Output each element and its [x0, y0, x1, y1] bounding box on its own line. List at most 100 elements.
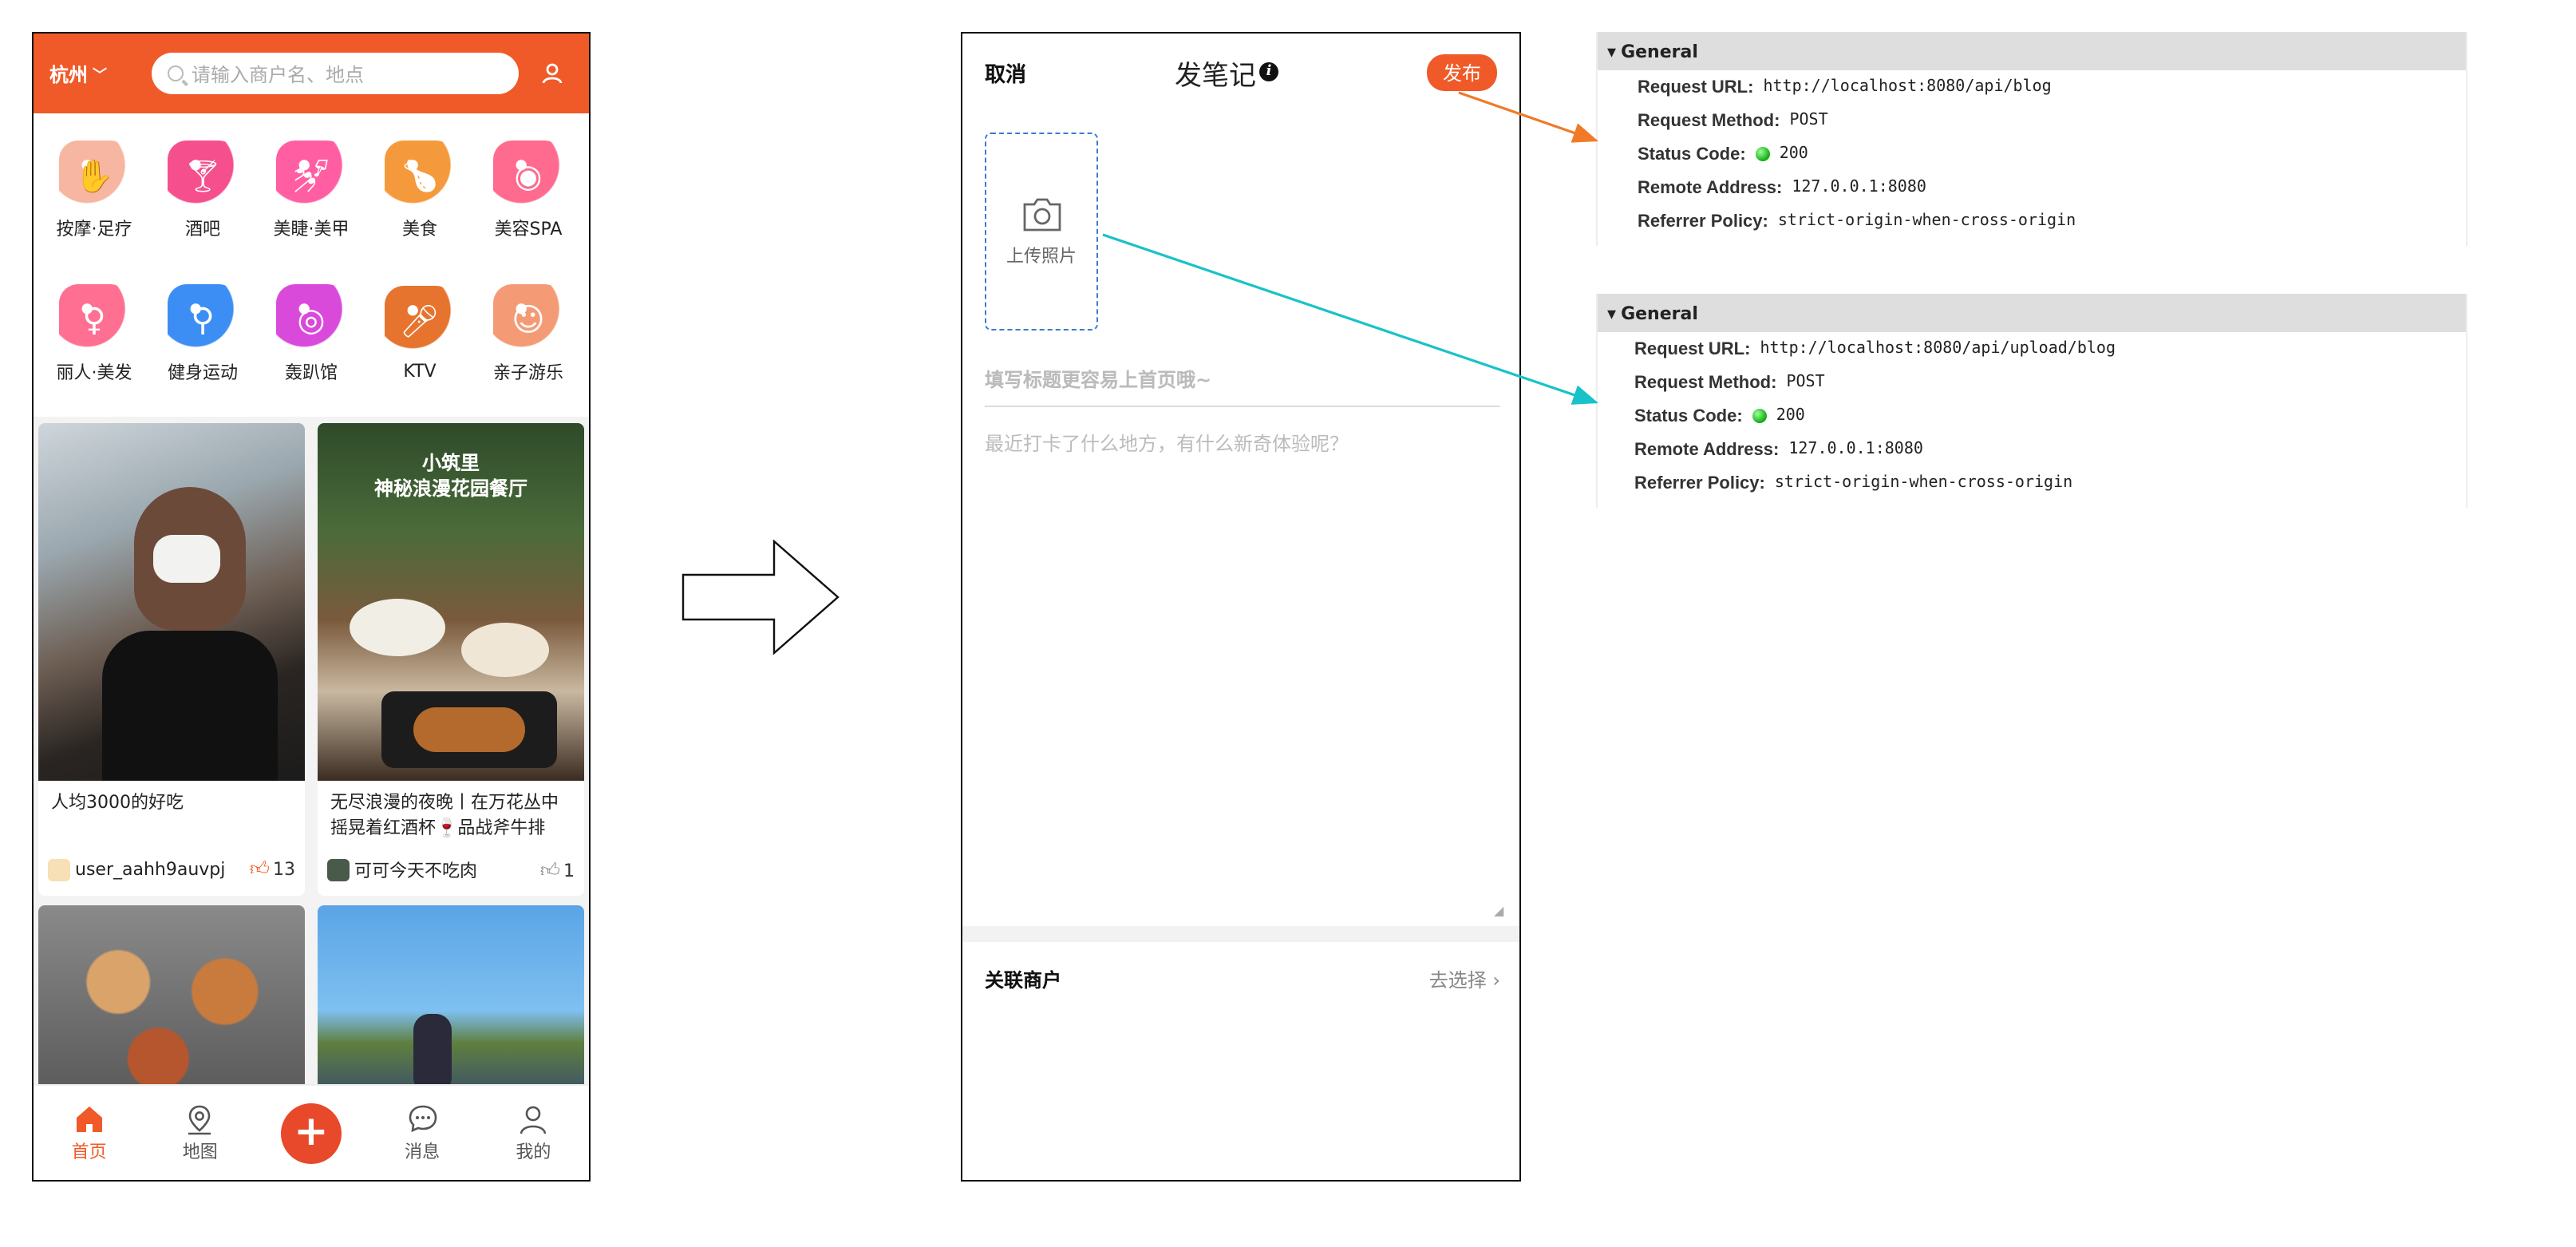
create-note-screen: 取消 发笔记 i 发布 上传照片 填写标题更容易上首页哦~ 最近打卡了什么地方，… — [961, 32, 1521, 1182]
like-button[interactable]: 👍︎ 13 — [250, 857, 295, 881]
map-pin-icon — [188, 1104, 211, 1134]
header-value: POST — [1786, 374, 1825, 391]
category-item[interactable]: 🍗︎ 美食 — [365, 123, 474, 257]
header-key: Referrer Policy: — [1634, 473, 1765, 493]
roast-chicken-icon: 🍗︎ — [385, 140, 455, 210]
category-label: 亲子游乐 — [493, 362, 563, 382]
devtools-general-panel: ▾ General Request URL: http://localhost:80… — [1596, 32, 2467, 246]
note-card-image[interactable] — [38, 423, 305, 781]
category-item[interactable]: ☺ 亲子游乐 — [474, 267, 583, 401]
create-note-button[interactable]: + — [271, 1103, 351, 1163]
resize-handle-icon[interactable]: ◢ — [1494, 904, 1503, 918]
search-icon — [168, 65, 184, 81]
chevron-right-icon: › — [1492, 969, 1500, 992]
steak — [413, 707, 525, 752]
note-card-author[interactable]: user_aahh9auvpj — [48, 858, 225, 881]
header-key: Remote Address: — [1638, 178, 1783, 197]
party-mask-icon: ◎ — [276, 283, 346, 354]
section-title: General — [1621, 303, 1698, 323]
category-item[interactable]: 🍸︎ 酒吧 — [148, 123, 257, 257]
category-item[interactable]: 💅︎ 美睫·美甲 — [257, 123, 365, 257]
note-card[interactable]: 小筑里 神秘浪漫花园餐厅 无尽浪漫的夜晚丨在万花丛中摇晃着红酒杯🍷品战斧牛排 可… — [318, 423, 584, 896]
note-card-title: 人均3000的好吃 — [51, 792, 184, 813]
note-card-meta: 可可今天不吃肉 👍︎ 1 — [318, 851, 584, 896]
header-value: 127.0.0.1:8080 — [1792, 179, 1926, 196]
general-section-header[interactable]: ▾ General — [1598, 32, 2466, 70]
note-card-author[interactable]: 可可今天不吃肉 — [327, 857, 477, 883]
home-header: 杭州 ﹀ 请输入商户名、地点 — [34, 34, 589, 113]
header-key: Request Method: — [1638, 111, 1780, 130]
referrer-policy-row: Referrer Policy: strict-origin-when-cross… — [1598, 204, 2466, 238]
section-title: General — [1621, 41, 1698, 61]
header-key: Request Method: — [1634, 373, 1777, 392]
city-label: 杭州 — [49, 63, 89, 85]
general-section-header[interactable]: ▾ General — [1598, 294, 2466, 332]
face-mask — [153, 535, 220, 583]
tab-map[interactable]: 地图 — [160, 1103, 240, 1163]
tab-home[interactable]: 首页 — [49, 1103, 129, 1163]
status-ok-icon — [1752, 409, 1767, 423]
category-item[interactable]: 🎤︎ KTV — [365, 267, 474, 401]
note-card-image[interactable] — [318, 905, 584, 1097]
cancel-button[interactable]: 取消 — [985, 57, 1026, 87]
note-card[interactable] — [318, 905, 584, 1097]
info-icon[interactable]: i — [1259, 62, 1278, 81]
status-ok-icon — [1755, 147, 1770, 161]
upload-label: 上传照片 — [1006, 246, 1077, 267]
user-icon[interactable] — [531, 53, 573, 94]
search-placeholder: 请输入商户名、地点 — [192, 63, 365, 85]
content-textarea[interactable]: 最近打卡了什么地方，有什么新奇体验呢？ — [985, 430, 1500, 457]
request-url-row: Request URL: http://localhost:8080/api/bl… — [1598, 70, 2466, 104]
black-top — [102, 631, 278, 781]
referrer-policy-row: Referrer Policy: strict-origin-when-cross… — [1598, 466, 2466, 500]
city-selector[interactable]: 杭州 ﹀ — [49, 60, 139, 87]
search-input[interactable]: 请输入商户名、地点 — [152, 53, 519, 94]
divider — [962, 926, 1519, 942]
upload-photo-button[interactable]: 上传照片 — [985, 133, 1098, 331]
category-item[interactable]: ♀ 丽人·美发 — [40, 267, 148, 401]
author-name: 可可今天不吃肉 — [354, 861, 477, 881]
tab-label: 地图 — [182, 1141, 218, 1162]
category-item[interactable]: ✋ 按摩·足疗 — [40, 123, 148, 257]
category-label: 按摩·足疗 — [56, 218, 132, 239]
title-input[interactable]: 填写标题更容易上首页哦~ — [985, 366, 1500, 407]
note-card[interactable]: 人均3000的好吃 user_aahh9auvpj 👍︎ 13 — [38, 423, 305, 896]
publish-button[interactable]: 发布 — [1426, 53, 1497, 90]
category-item[interactable]: ◉ 美容SPA — [474, 123, 583, 257]
category-item[interactable]: ◎ 轰趴馆 — [257, 267, 365, 401]
note-card-image[interactable] — [38, 905, 305, 1097]
plate — [350, 599, 445, 656]
chevron-down-icon: ﹀ — [93, 68, 108, 84]
hair-icon: ♀ — [59, 283, 129, 354]
category-label: 美食 — [402, 218, 437, 239]
like-count: 13 — [273, 859, 295, 880]
home-screen: 杭州 ﹀ 请输入商户名、地点 ✋ 按摩·足疗 🍸︎ 酒吧 💅︎ 美睫·美甲 🍗︎ 美食 ◉ 美容S… — [32, 32, 591, 1182]
like-button[interactable]: 👍︎ 1 — [540, 858, 575, 882]
note-header: 取消 发笔记 i 发布 — [962, 34, 1519, 110]
request-method-row: Request Method: POST — [1598, 366, 2466, 399]
status-code-row: Status Code: 200 — [1598, 137, 2466, 171]
header-key: Status Code: — [1634, 406, 1743, 426]
link-merchant-row[interactable]: 关联商户 去选择 › — [985, 966, 1500, 993]
merchant-label: 关联商户 — [985, 969, 1062, 992]
tab-messages[interactable]: 消息 — [382, 1103, 462, 1163]
header-value: POST — [1789, 112, 1828, 129]
remote-address-row: Remote Address: 127.0.0.1:8080 — [1598, 171, 2466, 204]
author-name: user_aahh9auvpj — [75, 859, 226, 880]
tab-profile[interactable]: 我的 — [493, 1103, 573, 1163]
camera-icon — [1022, 198, 1061, 232]
header-value: http://localhost:8080/api/blog — [1763, 78, 2052, 96]
note-card[interactable] — [38, 905, 305, 1097]
category-grid: ✋ 按摩·足疗 🍸︎ 酒吧 💅︎ 美睫·美甲 🍗︎ 美食 ◉ 美容SPA ♀ 丽人·美发 ⚲ 健身运动 ◎ 轰… — [34, 113, 589, 417]
page-title-text: 发笔记 — [1175, 60, 1256, 92]
header-value: strict-origin-when-cross-origin — [1777, 212, 2076, 230]
category-label: 轰趴馆 — [285, 362, 338, 382]
merchant-action[interactable]: 去选择 › — [1429, 966, 1500, 993]
note-card-image[interactable]: 小筑里 神秘浪漫花园餐厅 — [318, 423, 584, 781]
nail-icon: 💅︎ — [276, 140, 346, 210]
header-value: 200 — [1779, 145, 1808, 163]
merchant-action-text: 去选择 — [1428, 969, 1487, 992]
category-item[interactable]: ⚲ 健身运动 — [148, 267, 257, 401]
like-count: 1 — [563, 860, 575, 881]
note-feed: 人均3000的好吃 user_aahh9auvpj 👍︎ 13 小筑里 神秘浪漫… — [34, 417, 589, 1119]
